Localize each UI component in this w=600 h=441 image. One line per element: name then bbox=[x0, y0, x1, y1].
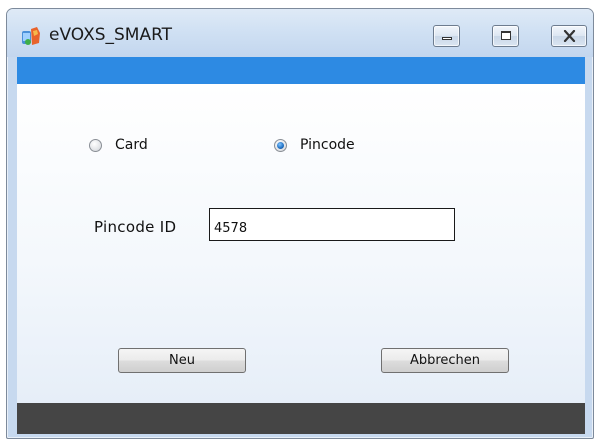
new-button[interactable]: Neu bbox=[118, 348, 246, 373]
header-band bbox=[17, 57, 585, 84]
close-button[interactable] bbox=[551, 25, 587, 47]
window-title: eVOXS_SMART bbox=[49, 25, 173, 45]
pincode-id-label: Pincode ID bbox=[94, 218, 177, 236]
card-radio[interactable] bbox=[89, 138, 102, 152]
pincode-id-input[interactable] bbox=[209, 208, 455, 241]
pincode-radio-option[interactable]: Pincode bbox=[274, 137, 355, 153]
title-bar[interactable]: eVOXS_SMART bbox=[7, 9, 593, 57]
form-panel: Card Pincode Pincode ID Neu Abbrechen bbox=[17, 84, 585, 403]
app-icon bbox=[22, 27, 40, 45]
pincode-radio-label: Pincode bbox=[300, 137, 355, 153]
close-icon bbox=[563, 30, 576, 42]
minimize-button[interactable] bbox=[433, 25, 460, 47]
card-radio-option[interactable]: Card bbox=[89, 137, 148, 153]
maximize-button[interactable] bbox=[492, 25, 519, 47]
app-window: eVOXS_SMART Card Pincode Pincode ID Neu … bbox=[6, 8, 594, 439]
cancel-button[interactable]: Abbrechen bbox=[381, 348, 509, 373]
pincode-radio[interactable] bbox=[274, 138, 287, 152]
footer-band bbox=[17, 403, 585, 434]
card-radio-label: Card bbox=[115, 137, 148, 153]
